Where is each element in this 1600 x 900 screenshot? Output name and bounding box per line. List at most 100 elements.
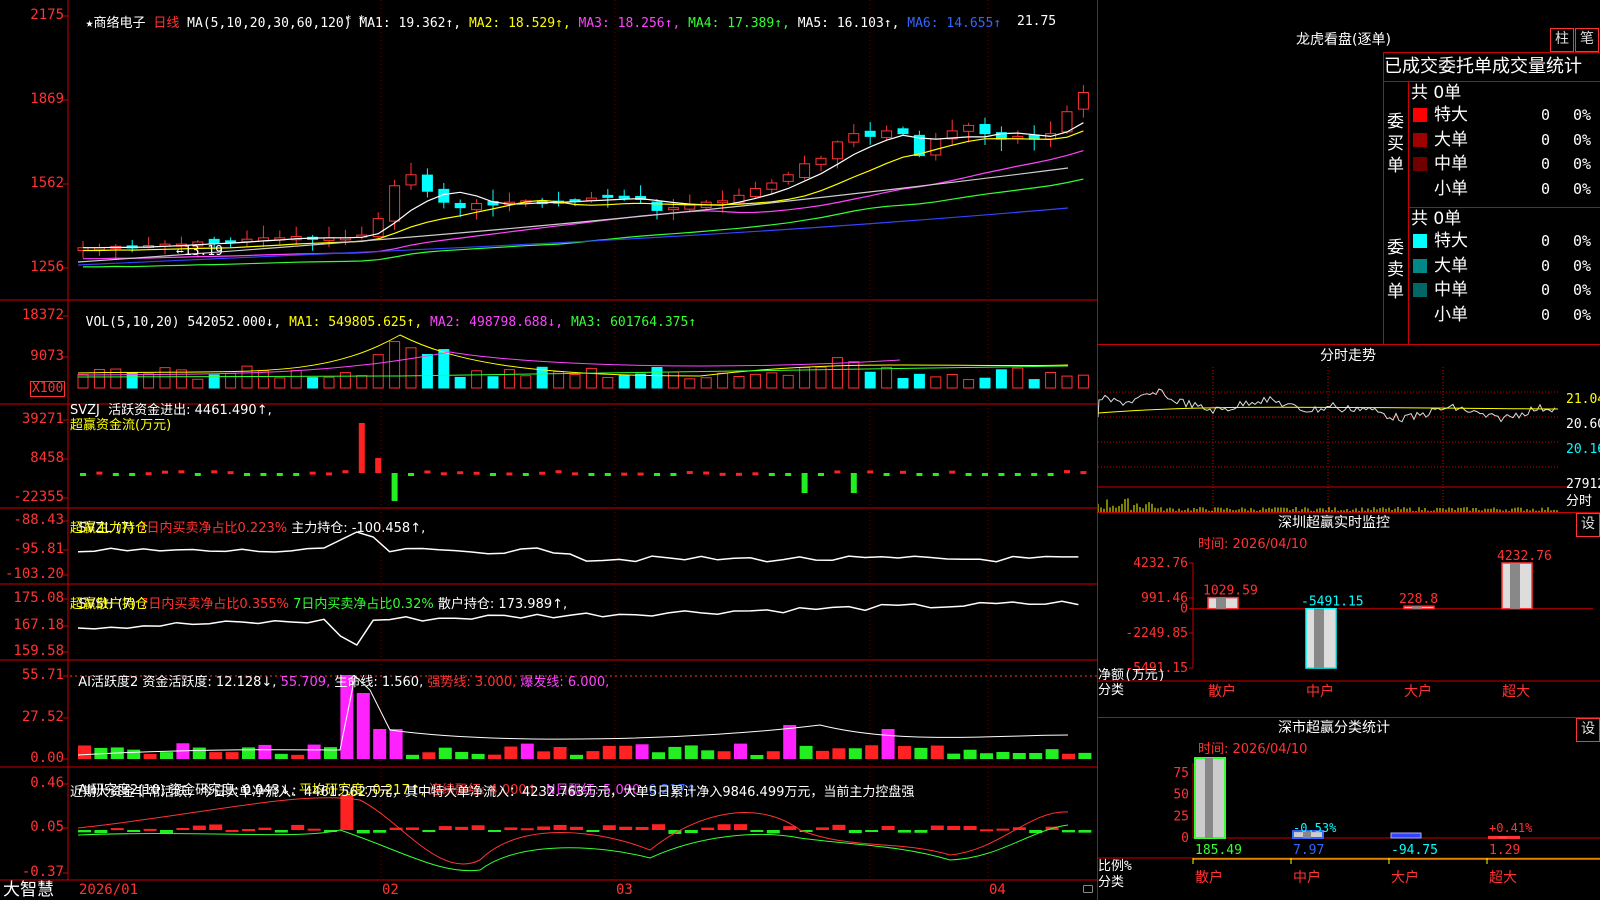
research-bar xyxy=(947,825,961,830)
volume-bar xyxy=(749,373,761,389)
svsh-ytick: 175.08 xyxy=(13,590,64,606)
main-chart-canvas[interactable] xyxy=(0,0,1098,900)
trade-view-button[interactable]: 笔 xyxy=(1575,28,1599,52)
fund-flow-bar xyxy=(1080,471,1087,475)
volume-bar xyxy=(881,366,893,389)
volume-bar xyxy=(995,369,1007,389)
order-color-swatch xyxy=(1413,157,1427,171)
research-bar xyxy=(258,827,272,830)
activity-bar xyxy=(963,749,977,759)
svzl-ytick: -103.20 xyxy=(4,566,64,582)
lhb-header: 已成交委托单成交量统计 xyxy=(1384,56,1582,77)
research-bar xyxy=(750,830,764,832)
fenshi-price: 20.16 xyxy=(1566,442,1600,457)
svzj-ytick: 39271 xyxy=(21,411,64,427)
activity-bar xyxy=(307,744,321,759)
ai1-t3: 生命线: 1.560, xyxy=(334,675,424,690)
activity-bar xyxy=(799,745,813,759)
order-percent: 0% xyxy=(1573,305,1592,324)
monitor-category-label: 超大 xyxy=(1502,684,1530,700)
period-label[interactable]: 日线 xyxy=(153,16,179,31)
research-bar xyxy=(340,795,354,830)
activity-bar xyxy=(471,753,485,759)
high-price-label: 21.75 xyxy=(1017,14,1057,29)
vol-unit-box: X100 xyxy=(30,381,66,397)
activity-bar xyxy=(848,748,862,759)
fund-flow-bar xyxy=(358,423,365,473)
order-count: 0 xyxy=(1541,305,1551,324)
kline-title-bar: ★商络电子 日线 MA(5,10,20,30,60,120) MA1: 19.3… xyxy=(70,1,1002,31)
monitor-xlabel: 分类 xyxy=(1098,683,1124,698)
volume-bar xyxy=(290,370,302,389)
activity-bar xyxy=(1045,749,1059,759)
order-color-swatch xyxy=(1413,258,1427,273)
monitor-category-label: 散户 xyxy=(1208,683,1236,700)
volume-bar xyxy=(421,354,433,389)
vol-title: VOL(5,10,20) xyxy=(85,315,180,330)
kline-ytick: 2175 xyxy=(30,7,64,23)
lock-icon[interactable] xyxy=(1083,885,1093,893)
ma3-value: MA3: 18.256↑, xyxy=(578,16,681,31)
activity-bar xyxy=(717,751,731,759)
activity-bar xyxy=(816,750,829,759)
candle-body xyxy=(963,124,975,132)
column-view-button[interactable]: 柱 xyxy=(1550,28,1574,52)
chart-area[interactable] xyxy=(0,0,1098,900)
activity-bar xyxy=(455,751,469,759)
activity-bar xyxy=(602,745,616,759)
research-bar xyxy=(307,828,321,831)
research-bar xyxy=(602,825,616,830)
volume-bar xyxy=(831,357,843,389)
activity-bar xyxy=(537,751,551,759)
candle-body xyxy=(930,138,942,156)
fund-flow-bar xyxy=(998,473,1005,476)
research-bar xyxy=(1078,830,1092,833)
classify-category-label: 超大 xyxy=(1489,870,1517,886)
vol-ytick: 9073 xyxy=(30,348,64,364)
activity-bar xyxy=(225,752,239,759)
app-logo: 大智慧 xyxy=(3,880,54,900)
monitor-ytick: 4232.76 xyxy=(1133,556,1188,571)
activity-bar xyxy=(898,746,911,759)
fund-flow-bar xyxy=(752,472,759,476)
vol-unit: X100 xyxy=(32,381,64,396)
monitor-bar-shade xyxy=(1216,597,1226,609)
classify-value-label: 185.49 xyxy=(1195,843,1242,858)
fenshi-price: 21.04 xyxy=(1566,392,1600,407)
candle-body xyxy=(421,174,433,192)
research-bar xyxy=(192,825,206,830)
ai2-ytick: -0.37 xyxy=(21,864,64,880)
svzj-ytick: -22355 xyxy=(13,489,64,505)
volume-bar xyxy=(700,377,712,389)
activity-bar xyxy=(734,743,747,759)
volume-bar xyxy=(1061,375,1073,389)
fund-flow-bar xyxy=(408,473,414,476)
kline-ytick: 1256 xyxy=(30,259,64,275)
activity-bar xyxy=(504,746,518,759)
kline-marks: * * xyxy=(345,13,365,26)
buy-side-label: 委买单 xyxy=(1387,112,1404,176)
volume-bar xyxy=(913,373,925,389)
research-bar xyxy=(94,830,108,834)
volume-bar xyxy=(651,366,663,389)
activity-bar xyxy=(684,745,698,759)
svsh-ytick: 167.18 xyxy=(13,617,64,633)
fenshi-panel[interactable]: 分时走势 21.04 20.60 20.16 27912 分时 xyxy=(1098,345,1600,513)
classify-category-label: 大户 xyxy=(1391,869,1419,886)
volume-bar xyxy=(1028,379,1040,389)
activity-bar xyxy=(586,751,600,759)
classify-bar-shade xyxy=(1499,836,1507,838)
candle-body xyxy=(766,182,778,190)
research-bar xyxy=(980,829,993,832)
research-bar xyxy=(422,830,436,833)
candle-body xyxy=(881,130,893,139)
fund-flow-bar xyxy=(342,470,349,474)
volume-bar xyxy=(487,376,499,389)
fund-flow-bar xyxy=(326,472,332,476)
fenshi-chart[interactable] xyxy=(1098,367,1568,512)
research-bar xyxy=(914,830,928,833)
buy-total: 共 0单 xyxy=(1411,83,1462,103)
order-percent: 0% xyxy=(1573,256,1592,275)
classify-pct-label: +0.41% xyxy=(1489,821,1533,835)
fund-flow-bar xyxy=(670,473,677,476)
